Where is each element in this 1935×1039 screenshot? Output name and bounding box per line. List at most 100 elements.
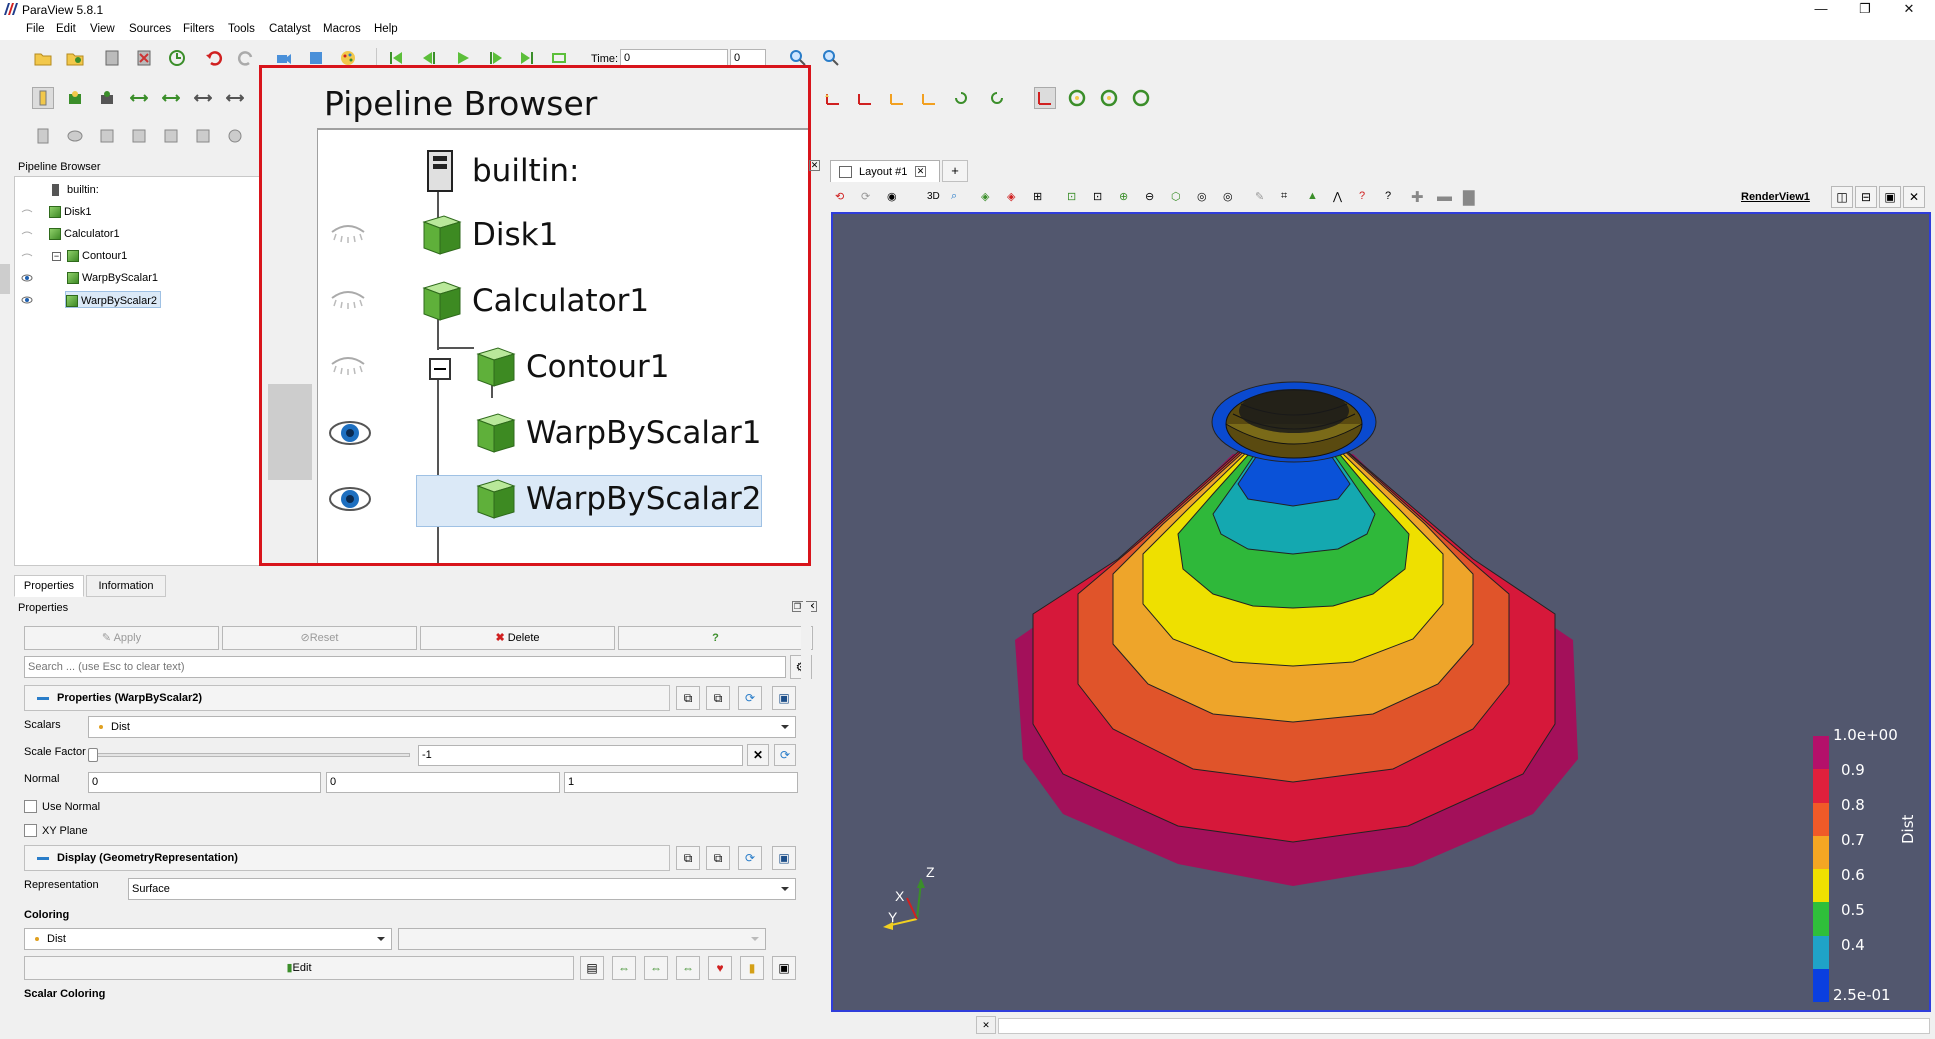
toggle-3d-button[interactable]: 3D xyxy=(927,191,940,202)
color-legend-icon[interactable] xyxy=(32,87,54,109)
pipeline-item-disk1[interactable]: Disk1 xyxy=(15,203,255,221)
menu-file[interactable]: File xyxy=(26,23,45,35)
zoom-icon[interactable]: ⌕ xyxy=(951,190,957,203)
reset-range-icon[interactable] xyxy=(96,87,118,109)
scale-factor-input[interactable]: -1 xyxy=(418,745,743,766)
callout-item-warpbyscalar1[interactable]: WarpByScalar1 xyxy=(526,404,762,462)
paste-icon[interactable]: ⧉ xyxy=(706,846,730,870)
callout-item-builtin[interactable]: builtin: xyxy=(472,142,579,200)
python-shell-input[interactable] xyxy=(998,1018,1930,1034)
coloring-select[interactable]: Dist xyxy=(24,928,392,950)
rotate-minus-90-icon[interactable] xyxy=(986,87,1008,109)
contour-icon[interactable] xyxy=(64,125,86,147)
save-icon[interactable]: ▣ xyxy=(772,686,796,710)
glyph-icon[interactable] xyxy=(224,125,246,147)
menu-filters[interactable]: Filters xyxy=(183,23,214,35)
eye-open-icon[interactable] xyxy=(21,274,33,282)
layout-tab[interactable]: Layout #1 ✕ xyxy=(830,160,940,182)
callout-item-calculator1[interactable]: Calculator1 xyxy=(472,272,649,330)
disconnect-icon[interactable] xyxy=(133,47,155,69)
open-folder-icon[interactable] xyxy=(32,47,54,69)
undo-icon[interactable] xyxy=(203,47,225,69)
toggle-legend-icon[interactable]: ▮ xyxy=(740,956,764,980)
rescale-visible-icon[interactable]: ♥ xyxy=(708,956,732,980)
set-view-direction-minus-z-icon[interactable] xyxy=(918,87,940,109)
clip-icon[interactable] xyxy=(96,125,118,147)
render-view[interactable]: Z X Y 1.0e+00 0.9 0.8 0.7 0.6 0.5 0.4 2.… xyxy=(831,212,1931,1012)
set-view-direction-plus-y-icon[interactable] xyxy=(822,87,844,109)
add-icon[interactable]: ✚ xyxy=(1411,188,1424,206)
scalars-select[interactable]: Dist xyxy=(88,716,796,738)
redo-icon[interactable] xyxy=(235,47,257,69)
delete-button[interactable]: ✖ Delete xyxy=(420,626,615,650)
menu-help[interactable]: Help xyxy=(374,23,398,35)
set-view-direction-plus-z-icon[interactable] xyxy=(886,87,908,109)
close-panel-icon[interactable]: ✕ xyxy=(809,160,820,171)
undo-camera-icon[interactable]: ⟳ xyxy=(861,190,870,203)
eye-closed-icon[interactable] xyxy=(21,252,33,260)
recent-files-icon[interactable] xyxy=(64,47,86,69)
reload-icon[interactable]: ⟳ xyxy=(738,846,762,870)
eye-closed-icon[interactable] xyxy=(328,220,368,248)
slice-icon[interactable] xyxy=(128,125,150,147)
menu-tools[interactable]: Tools xyxy=(228,23,255,35)
clear-selection-icon[interactable]: ✎ xyxy=(1255,190,1264,203)
rescale-data-icon[interactable] xyxy=(224,87,246,109)
shrink-selection-icon[interactable]: ⊖ xyxy=(1145,190,1154,203)
callout-item-warpbyscalar2[interactable]: WarpByScalar2 xyxy=(526,470,762,528)
rescale-temporal-icon[interactable] xyxy=(160,87,182,109)
calculator-icon[interactable] xyxy=(32,125,54,147)
close-tab-icon[interactable]: ✕ xyxy=(915,166,926,177)
rescale-temporal-icon[interactable]: ⇔ xyxy=(676,956,700,980)
eye-open-icon[interactable] xyxy=(21,296,33,304)
collapse-icon[interactable]: − xyxy=(52,252,61,261)
normal-y-input[interactable]: 0 xyxy=(326,772,560,793)
close-view-icon[interactable]: ✕ xyxy=(1903,186,1925,208)
rescale-custom-icon[interactable] xyxy=(128,87,150,109)
callout-item-contour1[interactable]: Contour1 xyxy=(526,338,670,396)
rescale-custom-icon[interactable]: ⇔ xyxy=(644,956,668,980)
show-colormap-editor-icon[interactable]: ▣ xyxy=(772,956,796,980)
properties-scrollbar[interactable] xyxy=(801,602,811,1006)
tab-properties[interactable]: Properties xyxy=(14,575,84,597)
eye-closed-icon[interactable] xyxy=(328,286,368,314)
ruler-icon[interactable]: ? xyxy=(1385,190,1391,202)
callout-item-disk1[interactable]: Disk1 xyxy=(472,206,558,264)
pipeline-item-warpbyscalar1[interactable]: WarpByScalar1 xyxy=(15,269,255,287)
edit-colormap-button[interactable]: ▮Edit xyxy=(24,956,574,980)
reset-button[interactable]: ⊘Reset xyxy=(222,626,417,650)
slider-handle[interactable] xyxy=(88,748,98,762)
menu-view[interactable]: View xyxy=(90,23,115,35)
normal-x-input[interactable]: 0 xyxy=(88,772,321,793)
extract-subset-icon[interactable] xyxy=(192,125,214,147)
copy-icon[interactable]: ⧉ xyxy=(676,686,700,710)
restore-button[interactable]: ❐ xyxy=(1842,0,1888,20)
save-icon[interactable]: ▣ xyxy=(772,846,796,870)
eye-closed-icon[interactable] xyxy=(328,352,368,380)
select-points-icon[interactable]: ◈ xyxy=(1007,190,1015,203)
split-horizontal-icon[interactable]: ◫ xyxy=(1831,186,1853,208)
hover-points-icon[interactable]: ◎ xyxy=(1197,190,1207,203)
choose-preset-icon[interactable]: ▤ xyxy=(580,956,604,980)
paste-icon[interactable]: ⧉ xyxy=(706,686,730,710)
render-view-label[interactable]: RenderView1 xyxy=(1741,191,1810,203)
normal-z-input[interactable]: 1 xyxy=(564,772,798,793)
select-cells-icon[interactable]: ◈ xyxy=(981,190,989,203)
query-icon[interactable]: ? xyxy=(1359,190,1365,202)
rescale-range-icon[interactable]: ⇔ xyxy=(612,956,636,980)
reset-camera-icon[interactable] xyxy=(1066,87,1088,109)
minimize-button[interactable]: — xyxy=(1798,0,1844,20)
pipeline-item-warpbyscalar2[interactable]: WarpByScalar2 xyxy=(15,291,255,309)
representation-select[interactable]: Surface xyxy=(128,878,796,900)
left-dock-scroll-thumb[interactable] xyxy=(0,264,10,294)
split-vertical-icon[interactable]: ⊟ xyxy=(1855,186,1877,208)
plot-selection-icon[interactable]: ▲ xyxy=(1307,190,1318,202)
edit-labels-icon[interactable]: ⋀ xyxy=(1333,190,1342,203)
coloring-component-select[interactable] xyxy=(398,928,766,950)
reset-session-icon[interactable]: ⟲ xyxy=(835,190,844,203)
use-normal-checkbox[interactable] xyxy=(24,800,37,813)
clear-icon[interactable]: ✕ xyxy=(747,744,769,766)
new-layout-tab[interactable]: + xyxy=(942,160,968,182)
threshold-icon[interactable] xyxy=(160,125,182,147)
scale-factor-slider[interactable] xyxy=(94,753,410,757)
